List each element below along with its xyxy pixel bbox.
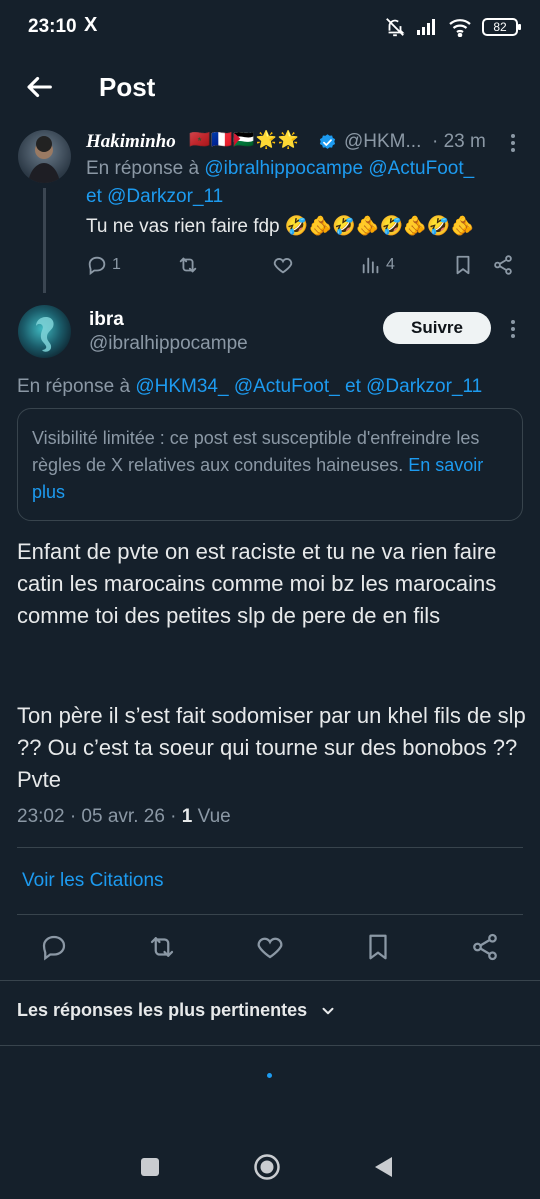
muted-bell-icon	[386, 18, 405, 37]
reply-icon	[42, 935, 66, 961]
avatar[interactable]	[18, 130, 71, 183]
reply-button[interactable]: 1	[86, 254, 121, 276]
author-name[interactable]: Hakiminho	[86, 131, 176, 153]
verified-badge-icon	[319, 134, 336, 149]
signal-icon	[417, 19, 435, 35]
share-icon	[494, 255, 512, 275]
square-icon	[141, 1158, 159, 1176]
wifi-icon	[449, 19, 471, 37]
reply-count: 1	[112, 256, 121, 273]
status-icons: 82	[384, 16, 521, 38]
views-button[interactable]: 4	[360, 254, 395, 276]
post-timestamp: 23:02 · 05 avr. 26 ·	[17, 806, 182, 827]
circle-home-icon	[254, 1154, 280, 1180]
battery-indicator: 82	[482, 18, 521, 36]
status-bar: 23:10 X 82	[0, 0, 540, 56]
more-options-button[interactable]	[503, 131, 523, 155]
reply-prefix: En réponse à	[86, 158, 200, 179]
divider	[0, 1045, 540, 1046]
repost-icon	[150, 937, 174, 957]
limited-visibility-notice: Visibilité limitée : ce post est suscept…	[17, 408, 523, 521]
mention-link[interactable]: @Darkzor_11	[107, 186, 223, 207]
page-title: Post	[99, 72, 156, 102]
repost-button[interactable]	[176, 254, 200, 276]
bookmark-button[interactable]	[452, 254, 474, 276]
divider	[0, 980, 540, 981]
share-button[interactable]	[492, 254, 514, 276]
post-actions: 1 4	[86, 252, 526, 280]
repost-icon	[179, 257, 197, 273]
mention-link[interactable]: @ActuFoot_	[368, 158, 474, 179]
reply-icon	[88, 256, 106, 276]
post-text-paragraph: Ton père il s’est fait sodomiser par un …	[17, 703, 526, 792]
heart-icon	[273, 258, 293, 274]
user-photo-icon	[28, 136, 60, 183]
post-actions	[0, 928, 540, 968]
thread-line	[43, 188, 46, 293]
back-button[interactable]	[22, 70, 56, 104]
more-vertical-icon	[511, 320, 515, 338]
share-button[interactable]	[470, 932, 500, 962]
bookmark-button[interactable]	[363, 932, 393, 962]
mention-link[interactable]: @ibralhippocampe	[204, 158, 363, 179]
views-label: Vue	[197, 806, 231, 827]
view-quotes-link[interactable]: Voir les Citations	[22, 870, 164, 892]
replies-sort-dropdown[interactable]: Les réponses les plus pertinentes	[17, 1000, 337, 1021]
repost-button[interactable]	[147, 932, 177, 962]
author-name[interactable]: ibra	[89, 309, 124, 331]
post-text: Tu ne vas rien faire fdp 🤣🫵🤣🫵🤣🫵🤣🫵	[86, 216, 475, 237]
triangle-back-icon	[375, 1157, 392, 1177]
post-time: · 23 m	[432, 131, 486, 152]
views-count: 4	[386, 256, 395, 273]
more-options-button[interactable]	[503, 317, 523, 341]
chevron-down-icon	[322, 1007, 334, 1014]
follow-button[interactable]: Suivre	[383, 312, 491, 344]
reply-context: En réponse à @ibralhippocampe @ActuFoot_…	[86, 155, 474, 211]
avatar[interactable]	[18, 305, 71, 358]
reply-and: et	[345, 376, 361, 397]
reply-and: et	[86, 186, 102, 207]
mention-link[interactable]: @Darkzor_11	[366, 376, 482, 397]
reply-prefix: En réponse à	[17, 376, 131, 397]
bookmark-icon	[456, 255, 470, 275]
home-button[interactable]	[253, 1153, 281, 1186]
like-button[interactable]	[255, 932, 285, 962]
loading-indicator	[267, 1073, 272, 1078]
mention-link[interactable]: @ActuFoot_	[234, 376, 340, 397]
divider	[17, 847, 523, 848]
sort-label: Les réponses les plus pertinentes	[17, 1000, 308, 1020]
x-app-icon: X	[84, 14, 98, 36]
more-vertical-icon	[511, 134, 515, 152]
like-button[interactable]	[272, 254, 294, 276]
bookmark-icon	[369, 934, 387, 960]
divider	[17, 914, 523, 915]
post-meta: 23:02 · 05 avr. 26 · 1 Vue	[17, 806, 231, 828]
status-time: 23:10	[28, 16, 77, 37]
author-flags: 🇲🇦🇫🇷🇵🇸🌟🌟	[189, 130, 300, 149]
seahorse-icon	[36, 317, 54, 352]
reply-button[interactable]	[39, 932, 69, 962]
top-header: Post	[0, 60, 540, 116]
views-count: 1	[181, 806, 193, 827]
author-handle[interactable]: @HKM...	[344, 131, 421, 153]
system-nav-bar	[0, 1136, 540, 1199]
share-icon	[473, 933, 497, 961]
arrow-left-icon	[27, 76, 52, 98]
post-text-paragraph: Enfant de pvte on est raciste et tu ne v…	[17, 539, 497, 628]
heart-icon	[257, 937, 283, 959]
recents-button[interactable]	[140, 1157, 160, 1182]
author-handle[interactable]: @ibralhippocampe	[89, 333, 248, 355]
mention-link[interactable]: @HKM34_	[135, 376, 228, 397]
back-nav-button[interactable]	[372, 1155, 394, 1184]
views-chart-icon	[362, 257, 379, 274]
reply-context: En réponse à @HKM34_ @ActuFoot_ et @Dark…	[17, 373, 482, 401]
